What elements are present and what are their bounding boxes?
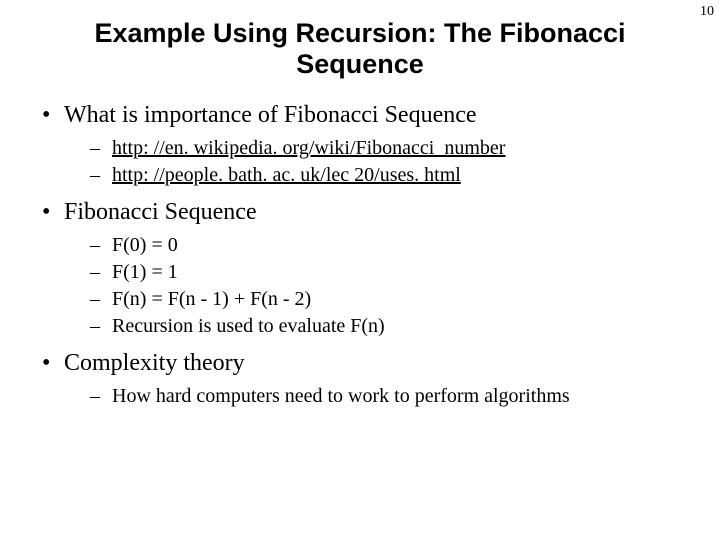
bullet-item: Fibonacci Sequence F(0) = 0 F(1) = 1 F(n…	[36, 199, 692, 340]
page-number: 10	[700, 4, 714, 20]
link-text: http: //people. bath. ac. uk/lec 20/uses…	[112, 164, 461, 186]
link-text: http: //en. wikipedia. org/wiki/Fibonacc…	[112, 137, 505, 159]
bullet-item: What is importance of Fibonacci Sequence…	[36, 102, 692, 189]
sub-text: F(n) = F(n - 1) + F(n - 2)	[112, 288, 311, 310]
sub-item: How hard computers need to work to perfo…	[88, 383, 692, 410]
bullet-list: What is importance of Fibonacci Sequence…	[28, 102, 692, 410]
bullet-item: Complexity theory How hard computers nee…	[36, 350, 692, 410]
sub-list: How hard computers need to work to perfo…	[64, 383, 692, 410]
sub-text: F(0) = 0	[112, 234, 178, 256]
bullet-text: What is importance of Fibonacci Sequence	[64, 102, 477, 128]
bullet-text: Complexity theory	[64, 350, 245, 376]
sub-item: F(0) = 0	[88, 232, 692, 259]
slide-title: Example Using Recursion: The Fibonacci S…	[52, 18, 668, 80]
sub-text: How hard computers need to work to perfo…	[112, 385, 570, 407]
sub-item: F(1) = 1	[88, 259, 692, 286]
sub-list: F(0) = 0 F(1) = 1 F(n) = F(n - 1) + F(n …	[64, 232, 692, 340]
sub-item: F(n) = F(n - 1) + F(n - 2)	[88, 286, 692, 313]
sub-item: Recursion is used to evaluate F(n)	[88, 313, 692, 340]
sub-item: http: //en. wikipedia. org/wiki/Fibonacc…	[88, 135, 692, 162]
sub-list: http: //en. wikipedia. org/wiki/Fibonacc…	[64, 135, 692, 189]
sub-item: http: //people. bath. ac. uk/lec 20/uses…	[88, 162, 692, 189]
sub-text: F(1) = 1	[112, 261, 178, 283]
bullet-text: Fibonacci Sequence	[64, 199, 257, 225]
sub-text: Recursion is used to evaluate F(n)	[112, 315, 385, 337]
